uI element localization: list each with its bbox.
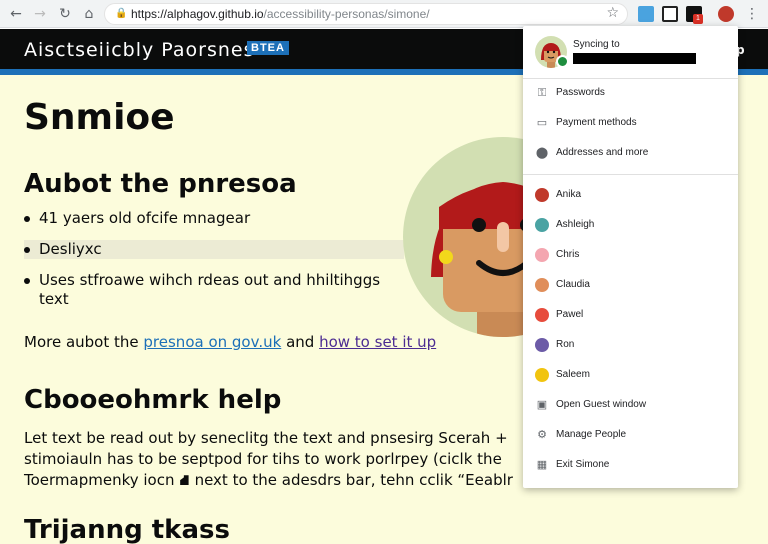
profile-avatar-icon[interactable]: [718, 6, 734, 22]
bookmark-star-icon[interactable]: ☆: [606, 5, 619, 21]
person-avatar-icon: [535, 368, 549, 382]
person-item-anika[interactable]: Anika: [523, 180, 738, 210]
training-heading: Trijanng tkass: [24, 515, 230, 544]
profile-menu: Syncing to ⚿ Passwords ▭ Payment methods…: [523, 26, 738, 488]
person-avatar-icon: [535, 338, 549, 352]
forward-icon[interactable]: →: [30, 4, 50, 24]
back-icon[interactable]: ←: [6, 4, 26, 24]
person-name: Pawel: [556, 309, 584, 320]
menu-item-passwords[interactable]: ⚿ Passwords: [523, 78, 738, 108]
location-pin-icon: ⬤: [535, 147, 549, 159]
guest-icon: ▣: [536, 399, 548, 411]
person-name: Chris: [556, 249, 580, 260]
person-name: Saleem: [556, 369, 590, 380]
person-item-claudia[interactable]: Claudia: [523, 270, 738, 300]
person-avatar-icon: [535, 188, 549, 202]
url-path: /accessibility-personas/simone/: [263, 7, 430, 21]
divider: [523, 174, 738, 175]
person-name: Claudia: [556, 279, 590, 290]
person-avatar-icon: [535, 218, 549, 232]
menu-item-manage-people[interactable]: ⚙ Manage People: [523, 420, 738, 450]
person-name: Ashleigh: [556, 219, 595, 230]
person-item-chris[interactable]: Chris: [523, 240, 738, 270]
about-heading: Aubot the pnresoa: [24, 169, 297, 199]
person-avatar-icon: [535, 278, 549, 292]
credit-card-icon: ▭: [536, 117, 548, 129]
browser-help-text: Let text be read out by seneclitg the te…: [24, 428, 564, 491]
beta-badge: BTEA: [247, 41, 289, 55]
list-item: 41 yaers old ofcife mnagear: [24, 209, 394, 228]
exit-icon: ▦: [536, 459, 548, 471]
menu-item-addresses[interactable]: ⬤ Addresses and more: [523, 138, 738, 168]
redacted-email: [573, 53, 696, 64]
menu-item-guest-window[interactable]: ▣ Open Guest window: [523, 390, 738, 420]
address-bar[interactable]: 🔒 https://alphagov.github.io/accessibili…: [104, 3, 628, 25]
extension-icon-2[interactable]: [662, 6, 678, 22]
home-icon[interactable]: ⌂: [79, 4, 99, 24]
extension-icon-1[interactable]: [638, 6, 654, 22]
person-name: Ron: [556, 339, 575, 350]
lock-icon: 🔒: [115, 8, 128, 19]
para-line: Let text be read out by seneclitg the te…: [24, 429, 508, 447]
setup-link[interactable]: how to set it up: [319, 333, 436, 351]
url-text[interactable]: https://alphagov.github.io/accessibility…: [131, 7, 430, 22]
more-mid: and: [286, 333, 315, 351]
more-about: More aubot the presnoa on gov.uk and how…: [24, 333, 436, 351]
menu-item-label: Payment methods: [556, 117, 637, 128]
para-line: stimoiauln has to be septpod for tihs to…: [24, 450, 502, 468]
person-avatar-icon: [535, 308, 549, 322]
more-prefix: More aubot the: [24, 333, 139, 351]
persona-link[interactable]: presnoa on gov.uk: [143, 333, 281, 351]
sync-label: Syncing to: [573, 39, 620, 50]
para-line: Toermapmenky iocn ⛘ next to the adesdrs …: [24, 471, 513, 489]
menu-item-label: Manage People: [556, 429, 627, 440]
reload-icon[interactable]: ↻: [55, 4, 75, 24]
person-item-ron[interactable]: Ron: [523, 330, 738, 360]
gear-icon: ⚙: [537, 429, 547, 441]
url-host: https://alphagov.github.io: [131, 7, 264, 21]
list-item: Desliyxc: [24, 240, 404, 259]
person-item-pawel[interactable]: Pawel: [523, 300, 738, 330]
person-item-ashleigh[interactable]: Ashleigh: [523, 210, 738, 240]
person-item-saleem[interactable]: Saleem: [523, 360, 738, 390]
menu-item-payment-methods[interactable]: ▭ Payment methods: [523, 108, 738, 138]
person-avatar-icon: [535, 248, 549, 262]
person-name: Anika: [556, 189, 582, 200]
list-item: Uses stfroawe wihch rdeas out and hhilti…: [24, 271, 394, 309]
browser-menu-icon[interactable]: ⋮: [744, 4, 760, 24]
extension-badge: 1: [693, 14, 703, 24]
menu-item-label: Addresses and more: [556, 147, 649, 158]
menu-item-exit[interactable]: ▦ Exit Simone: [523, 450, 738, 480]
sync-status[interactable]: Syncing to: [523, 26, 738, 76]
site-title[interactable]: Aisctseiicbly Paorsnes: [24, 39, 255, 61]
menu-item-label: Open Guest window: [556, 399, 647, 410]
browser-toolbar: ← → ↻ ⌂ 🔒 https://alphagov.github.io/acc…: [0, 0, 768, 28]
menu-item-label: Exit Simone: [556, 459, 610, 470]
key-icon: ⚿: [537, 87, 547, 99]
menu-item-label: Passwords: [556, 87, 605, 98]
sync-icon: [556, 55, 569, 68]
browser-heading: Cbooeohmrk help: [24, 385, 282, 415]
page-title: Snmioe: [24, 97, 175, 138]
about-list: 41 yaers old ofcife mnagear Desliyxc Use…: [24, 209, 404, 321]
